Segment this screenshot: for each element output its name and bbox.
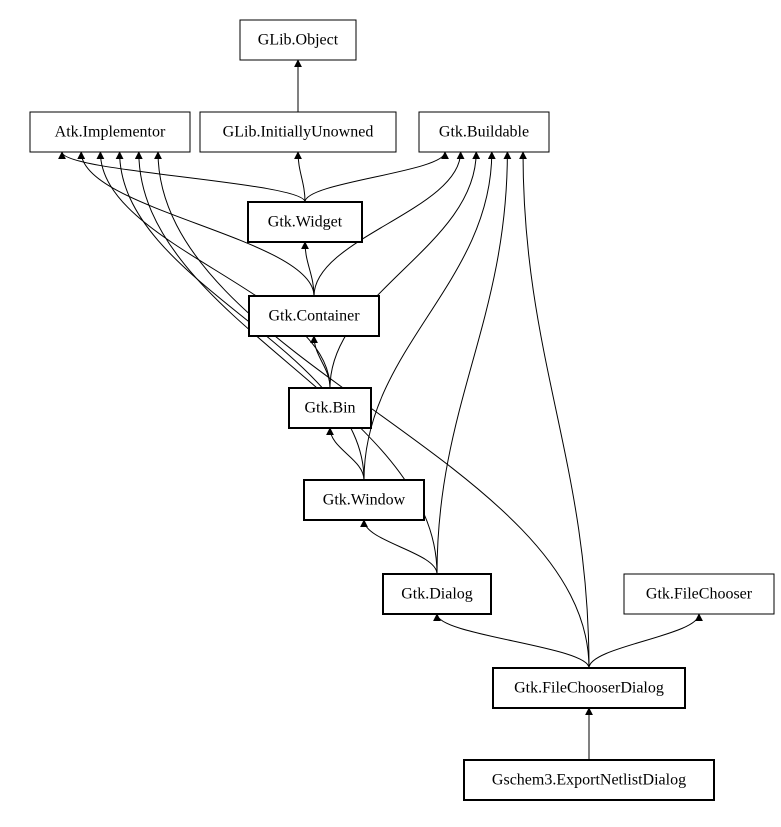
edge-gtk_filechooserdialog-to-gtk_buildable	[523, 152, 589, 668]
edge-gtk_bin-to-gtk_container	[314, 336, 330, 388]
node-label: Gtk.Buildable	[439, 124, 529, 141]
node-label: GLib.Object	[258, 32, 339, 49]
node-gtk_bin: Gtk.Bin	[289, 388, 371, 428]
node-label: Gtk.Bin	[304, 400, 355, 417]
edge-gtk_widget-to-glib_initiallyunowned	[298, 152, 305, 202]
edge-gtk_window-to-gtk_buildable	[364, 152, 492, 480]
node-label: Gtk.Container	[268, 308, 360, 325]
node-gtk_container: Gtk.Container	[249, 296, 379, 336]
node-glib_object: GLib.Object	[240, 20, 356, 60]
node-label: Gtk.FileChooser	[646, 586, 753, 603]
edge-gtk_window-to-gtk_bin	[330, 428, 364, 480]
edge-gtk_dialog-to-gtk_buildable	[437, 152, 507, 574]
edge-gtk_bin-to-gtk_buildable	[330, 152, 476, 388]
node-label: GLib.InitiallyUnowned	[223, 124, 374, 141]
edge-gtk_filechooserdialog-to-gtk_filechooser	[589, 614, 699, 668]
node-label: Gtk.FileChooserDialog	[514, 680, 664, 697]
node-gtk_dialog: Gtk.Dialog	[383, 574, 491, 614]
node-glib_initiallyunowned: GLib.InitiallyUnowned	[200, 112, 396, 152]
node-gtk_window: Gtk.Window	[304, 480, 424, 520]
edge-gtk_dialog-to-gtk_window	[364, 520, 437, 574]
edge-gtk_filechooserdialog-to-gtk_dialog	[437, 614, 589, 668]
node-gschem3_exportnetlistdialog: Gschem3.ExportNetlistDialog	[464, 760, 714, 800]
node-label: Gtk.Dialog	[401, 586, 473, 603]
node-gtk_filechooserdialog: Gtk.FileChooserDialog	[493, 668, 685, 708]
node-atk_implementor: Atk.Implementor	[30, 112, 190, 152]
node-label: Gtk.Window	[323, 492, 406, 509]
class-hierarchy-diagram: GLib.Object Atk.Implementor GLib.Initially…	[0, 0, 781, 827]
node-gtk_filechooser: Gtk.FileChooser	[624, 574, 774, 614]
node-label: Gschem3.ExportNetlistDialog	[492, 772, 686, 789]
node-label: Gtk.Widget	[268, 214, 343, 231]
node-gtk_widget: Gtk.Widget	[248, 202, 362, 242]
node-gtk_buildable: Gtk.Buildable	[419, 112, 549, 152]
edge-gtk_widget-to-gtk_buildable	[305, 152, 445, 202]
edge-gtk_widget-to-atk_implementor	[62, 152, 305, 202]
node-label: Atk.Implementor	[55, 124, 166, 141]
edge-gtk_filechooserdialog-to-atk_implementor	[158, 152, 589, 668]
